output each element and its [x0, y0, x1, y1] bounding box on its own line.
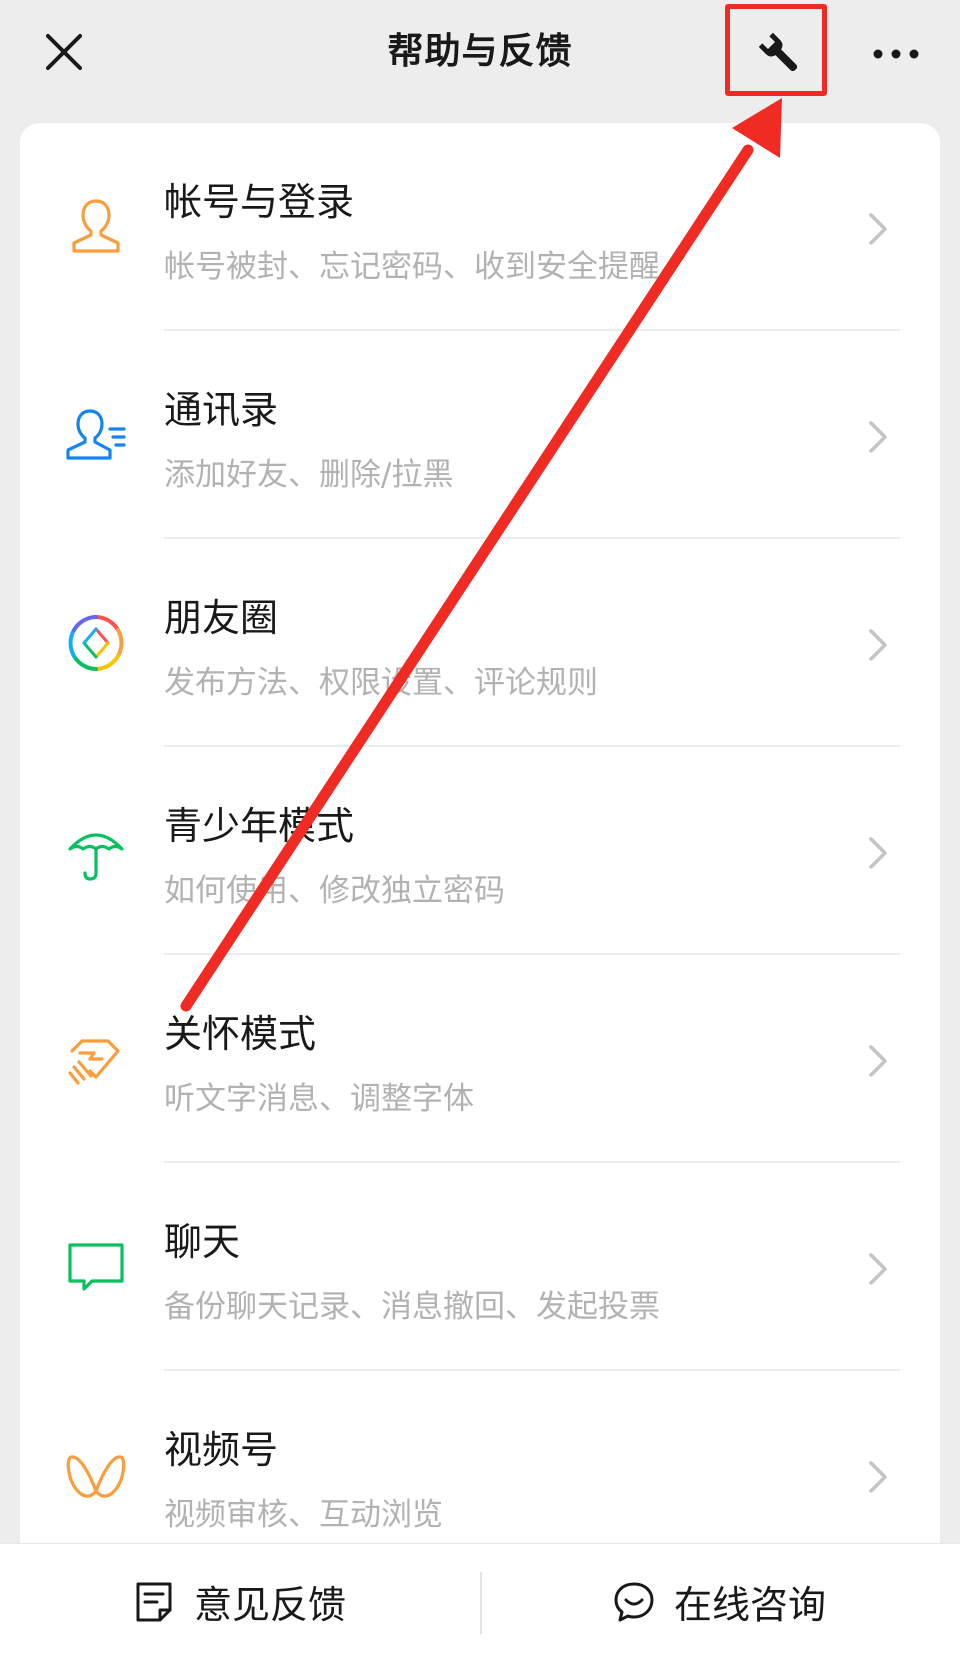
annotation-highlight-box [725, 4, 827, 96]
chevron-right-icon [869, 213, 887, 245]
menu-item-care-mode[interactable]: 关怀模式 听文字消息、调整字体 [20, 955, 940, 1163]
feedback-document-icon [136, 1582, 172, 1622]
person-icon [72, 199, 120, 253]
menu-item-title: 聊天 [164, 1220, 241, 1264]
menu-item-contacts[interactable]: 通讯录 添加好友、删除/拉黑 [20, 331, 940, 539]
feedback-label: 意见反馈 [194, 1583, 347, 1627]
menu-item-title: 青少年模式 [164, 804, 355, 848]
chat-smile-icon [614, 1582, 654, 1622]
chat-bubble-icon [68, 1243, 124, 1291]
menu-item-subtitle: 听文字消息、调整字体 [164, 1081, 474, 1117]
contacts-icon [66, 409, 126, 460]
umbrella-icon [68, 833, 124, 881]
menu-item-title: 朋友圈 [164, 596, 279, 640]
menu-item-subtitle: 帐号被封、忘记密码、收到安全提醒 [164, 249, 660, 285]
menu-item-title: 帐号与登录 [164, 180, 355, 224]
more-icon[interactable] [868, 26, 924, 82]
help-menu-card: 帐号与登录 帐号被封、忘记密码、收到安全提醒 通讯录 添加好友、删除/拉黑 朋友… [20, 123, 940, 1543]
online-consult-label: 在线咨询 [674, 1583, 827, 1627]
bottom-action-bar: 意见反馈 在线咨询 [0, 1543, 960, 1661]
menu-item-account-login[interactable]: 帐号与登录 帐号被封、忘记密码、收到安全提醒 [20, 123, 940, 331]
moments-aperture-icon [68, 615, 124, 671]
menu-item-subtitle: 发布方法、权限设置、评论规则 [164, 665, 598, 701]
care-heart-hand-icon [68, 1039, 120, 1085]
menu-item-subtitle: 添加好友、删除/拉黑 [164, 457, 454, 493]
chevron-right-icon [869, 1045, 887, 1077]
menu-item-youth-mode[interactable]: 青少年模式 如何使用、修改独立密码 [20, 747, 940, 955]
menu-item-subtitle: 如何使用、修改独立密码 [164, 873, 505, 909]
menu-item-title: 关怀模式 [164, 1012, 317, 1056]
chevron-right-icon [869, 1253, 887, 1285]
channels-butterfly-icon [66, 1455, 126, 1498]
menu-item-title: 视频号 [164, 1428, 279, 1472]
menu-item-chat[interactable]: 聊天 备份聊天记录、消息撤回、发起投票 [20, 1163, 940, 1371]
chevron-right-icon [869, 629, 887, 661]
feedback-button[interactable]: 意见反馈 [0, 1544, 480, 1661]
chevron-right-icon [869, 1461, 887, 1493]
menu-item-moments[interactable]: 朋友圈 发布方法、权限设置、评论规则 [20, 539, 940, 747]
menu-item-title: 通讯录 [164, 388, 279, 432]
menu-item-subtitle: 视频审核、互动浏览 [164, 1497, 443, 1533]
chevron-right-icon [869, 421, 887, 453]
chevron-right-icon [869, 837, 887, 869]
online-consult-button[interactable]: 在线咨询 [482, 1544, 960, 1661]
menu-item-channels[interactable]: 视频号 视频审核、互动浏览 [20, 1371, 940, 1543]
menu-item-subtitle: 备份聊天记录、消息撤回、发起投票 [164, 1289, 660, 1325]
